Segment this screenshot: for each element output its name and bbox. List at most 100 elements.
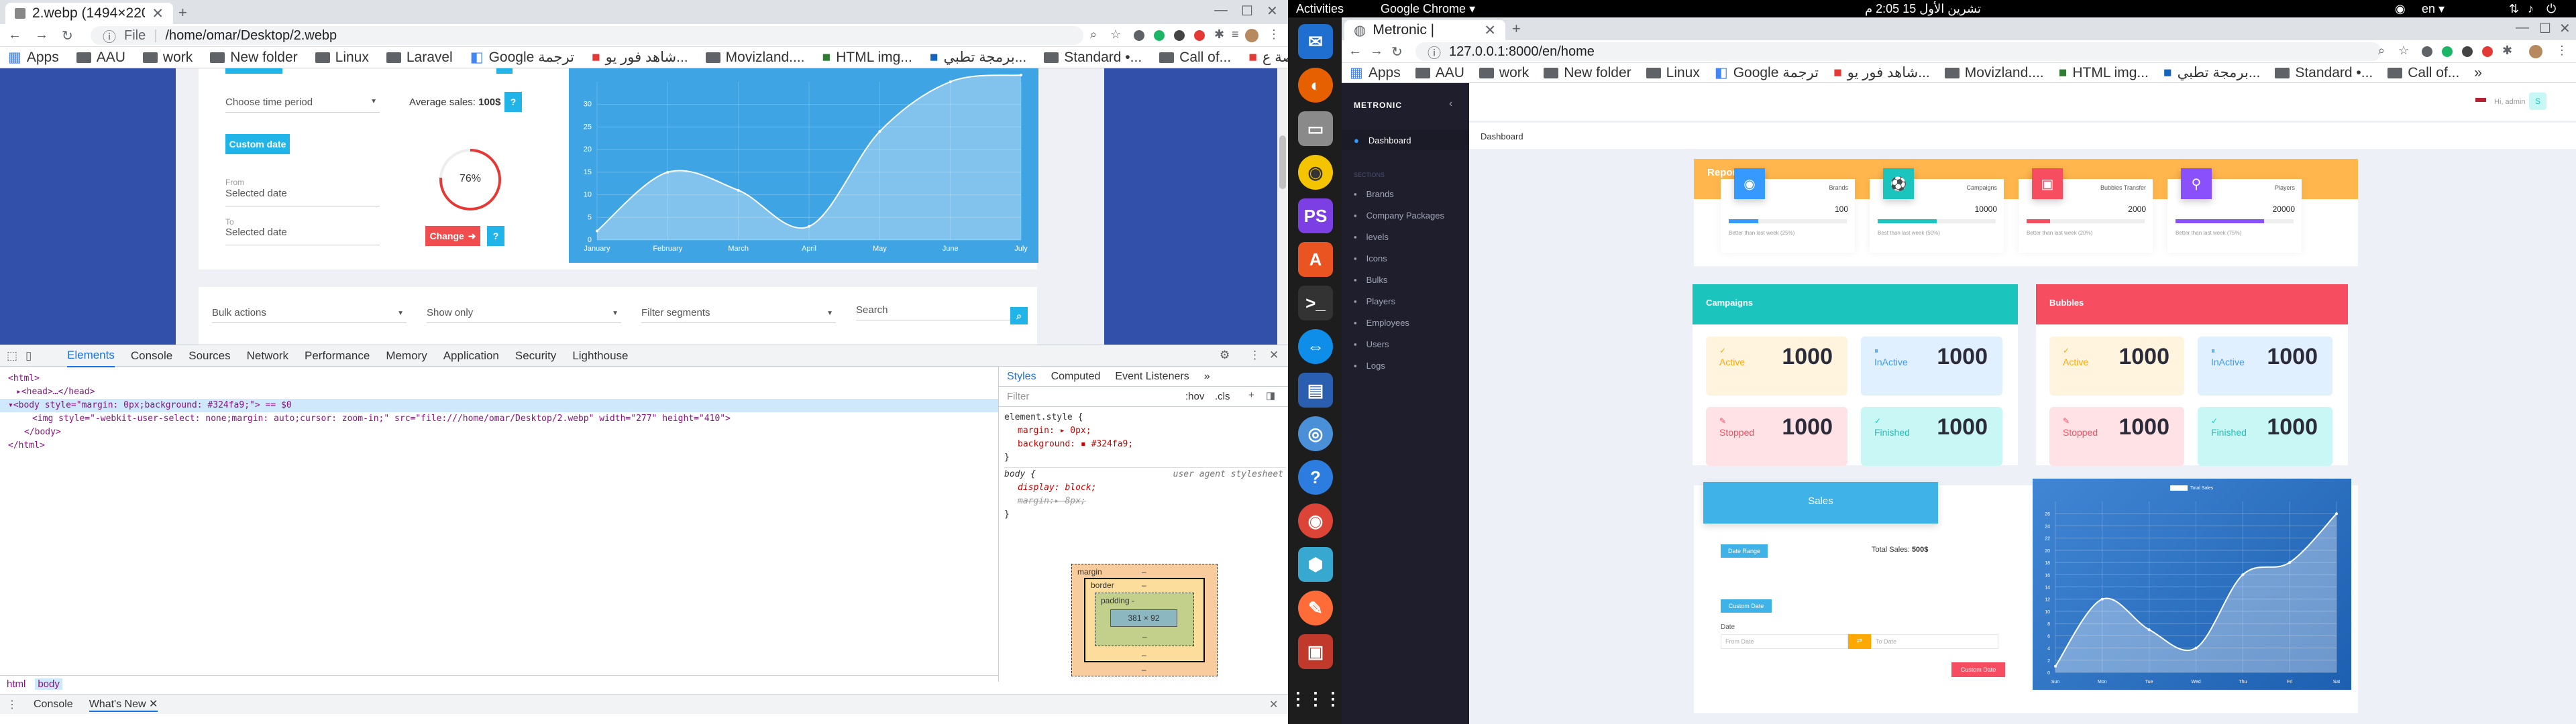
data-point[interactable] [2194,646,2198,650]
show-apps-icon[interactable]: ⋮⋮⋮ [1289,681,1342,716]
bulk-actions-select[interactable]: Bulk actions ▼ [212,304,407,323]
left-active-tab[interactable]: 2.webp (1494×2204) ✕ [5,3,173,24]
sidebar-item-employees[interactable]: ▪ Employees [1354,318,1468,328]
drawer-tab-console[interactable]: Console [34,699,73,711]
right-active-tab[interactable]: ◍ Metronic | ✕ [1344,20,1505,40]
status-tile-inactive[interactable]: ⏸ InActive 1000 [1861,337,2002,396]
bookmark-overflow[interactable]: » [2474,65,2482,81]
extension-icon-4[interactable] [2482,46,2493,57]
custom-date-button[interactable]: Custom date [225,134,290,154]
bookmark-apps[interactable]: ▦ Apps [1350,64,1401,81]
language-indicator[interactable]: en ▾ [2422,2,2445,16]
change-button[interactable]: Change ➜ [425,226,480,246]
show-only-select[interactable]: Show only ▼ [427,304,621,323]
app-menu[interactable]: Google Chrome ▾ [1381,2,1475,16]
avatar[interactable] [1245,29,1258,42]
back-icon[interactable]: ← [1348,44,1362,59]
thunderbird-icon[interactable]: ✉ [1298,24,1333,59]
close-devtools-icon[interactable]: ✕ [1269,349,1279,362]
bookmark-standard[interactable]: Standard •... [2275,65,2373,81]
report-card[interactable]: ▣ Bubbles Transfer 2000 Better than last… [2019,168,2153,253]
report-card[interactable]: ⚲ Players 20000 Better than last week (7… [2167,168,2302,253]
bookmark-shahid[interactable]: ■ شاهد فور يو... [1833,64,1930,81]
inspect-element-icon[interactable]: ⬚ [7,349,17,363]
report-card[interactable]: ⚽ Campaigns 10000 Best than last week (5… [1870,168,2004,253]
close-window-icon[interactable]: ✕ [2559,20,2571,37]
devtools-tab-network[interactable]: Network [247,349,288,363]
status-tile-finished[interactable]: ✓ Finished 1000 [2198,407,2332,466]
devtools-tab-lighthouse[interactable]: Lighthouse [572,349,628,363]
bookmark-new-folder[interactable]: New folder [210,50,298,66]
sidebar-item-company-packages[interactable]: ▪ Company Packages [1354,210,1468,221]
sidebar-item-icons[interactable]: ▪ Icons [1354,253,1468,263]
volume-icon[interactable]: ♪ [2528,2,2534,16]
data-point[interactable] [808,225,810,228]
page-scrollbar[interactable] [1277,68,1288,345]
styles-tab[interactable]: Styles [1007,371,1036,383]
date-swap-button[interactable]: ⇄ [1848,634,1871,649]
data-point[interactable] [666,170,669,174]
bookmark-html-img[interactable]: ■ HTML img... [2059,65,2149,81]
dom-line-head[interactable]: ▸<head>…</head> [8,385,998,399]
bookmark-html-img[interactable]: ■ HTML img... [822,50,912,66]
data-point[interactable] [596,229,598,233]
star-icon[interactable]: ☆ [1110,27,1121,42]
software-center-icon[interactable]: A [1298,242,1333,277]
rule1-prop-margin[interactable]: margin: ▸ 0px; [1004,424,1286,438]
archive-manager-icon[interactable]: ▣ [1298,634,1333,669]
extension-icon-2[interactable] [1154,30,1165,41]
reload-icon[interactable]: ↻ [62,27,73,44]
dom-line-body[interactable]: ▾<body style="margin: 0px;background: #3… [0,399,998,412]
search-button[interactable]: ⌕ [1010,307,1028,324]
time-period-select[interactable]: Choose time period ▼ [225,93,380,113]
minimize-icon[interactable]: — [2516,20,2529,36]
forward-icon[interactable]: → [1370,44,1383,59]
bookmark-shahid[interactable]: ■ شاهد فور يو... [592,49,688,66]
puzzle-icon[interactable]: ✱ [2502,44,2512,58]
extension-icon-1[interactable] [2422,46,2432,57]
styles-filter-input[interactable]: Filter [1007,391,1029,402]
device-toggle-icon[interactable]: ▯ [25,349,32,363]
drawer-menu-icon[interactable]: ⋮ [7,698,17,711]
avatar[interactable] [2529,45,2542,58]
close-icon[interactable]: ✕ [149,699,158,710]
sidebar-item-bulks[interactable]: ▪ Bulks [1354,275,1468,285]
extension-icon-3[interactable] [2462,46,2473,57]
bookmark-call-of[interactable]: Call of... [2387,65,2459,81]
data-point[interactable] [878,130,881,133]
devtools-tab-application[interactable]: Application [443,349,499,363]
extension-icon-2[interactable] [2442,46,2453,57]
image-content[interactable]: Choose time period ▼ Average sales: 100$… [176,68,1104,345]
bookmark-programming[interactable]: ■ برمجة تطبي... [2163,64,2260,81]
dom-line-html-close[interactable]: </html> [8,439,998,452]
status-tile-inactive[interactable]: ⏸ InActive 1000 [2198,337,2332,396]
sidebar-item-levels[interactable]: ▪ levels [1354,232,1468,242]
styles-more-tab[interactable]: » [1204,371,1210,383]
terminal-icon[interactable]: >_ [1298,286,1333,320]
user-greeting[interactable]: Hi, admin [2494,98,2525,106]
zoom-icon[interactable]: ⌕ [1090,27,1097,42]
data-point[interactable] [2100,597,2104,601]
report-card[interactable]: ◉ Brands 100 Better than last week (25%) [1721,168,1855,253]
puzzle-icon[interactable]: ✱ [1214,27,1224,42]
data-point[interactable] [2241,573,2245,577]
activities-button[interactable]: Activities [1296,2,1344,16]
bookmark-google-translate[interactable]: ◧ Google ترجمة [1715,64,1819,81]
left-omnibox[interactable]: ⓘ File | /home/omar/Desktop/2.webp [91,26,1083,45]
bookmark-aau[interactable]: AAU [76,50,125,66]
bookmark-standard[interactable]: Standard •... [1044,50,1142,66]
zoom-icon[interactable]: ⌕ [2378,44,2385,58]
settings-gear-icon[interactable]: ⚙ [1220,349,1230,362]
close-tab-icon[interactable]: ✕ [152,5,164,22]
bookmark-movizland[interactable]: Movizland.... [705,50,805,66]
bookmark-aau[interactable]: AAU [1415,65,1464,81]
gem-app-icon[interactable]: ⬢ [1298,547,1333,582]
bookmark-new-folder[interactable]: New folder [1544,65,1631,81]
right-omnibox[interactable]: ⓘ 127.0.0.1:8000/en/home [1415,42,2381,61]
more-options-icon[interactable]: ⋮ [1249,349,1260,362]
help-button[interactable]: ? [504,92,522,112]
bookmark-linux[interactable]: Linux [315,50,369,66]
bookmark-work[interactable]: work [1479,65,1529,81]
devtools-tab-memory[interactable]: Memory [386,349,427,363]
breadcrumb-html[interactable]: html [7,678,25,690]
